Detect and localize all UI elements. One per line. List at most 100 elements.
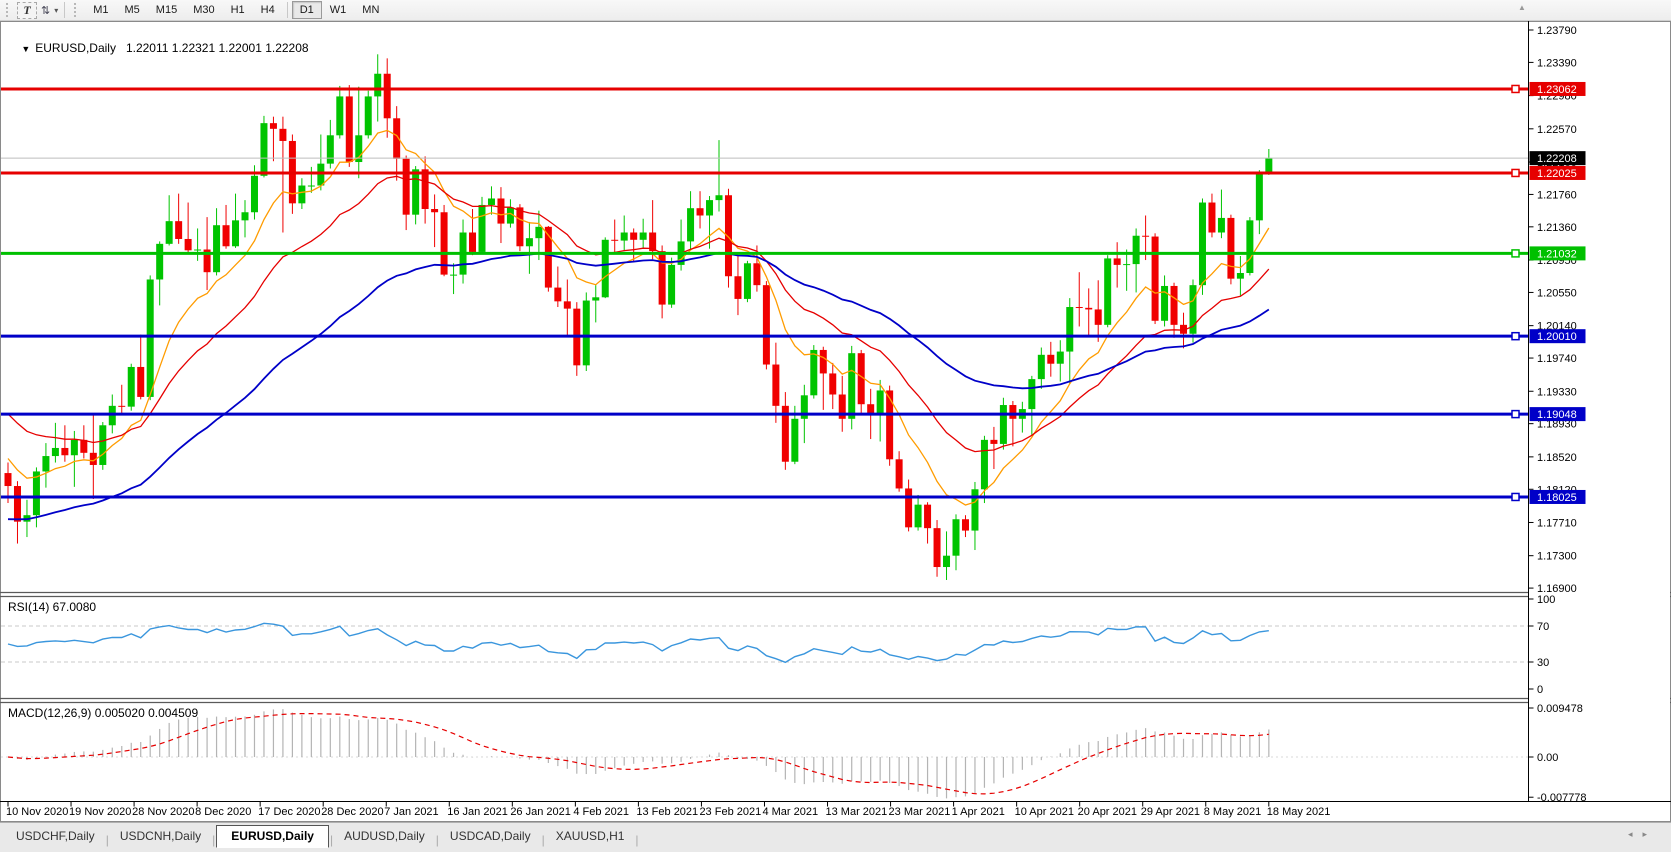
candle-body bbox=[564, 301, 571, 308]
candle-body bbox=[52, 448, 59, 456]
chart-ohlc-values: 1.22011 1.22321 1.22001 1.22208 bbox=[126, 41, 309, 55]
candle-body bbox=[725, 195, 732, 276]
time-axis-tick-label: 1 Apr 2021 bbox=[952, 806, 1005, 818]
candle-body bbox=[1152, 237, 1159, 321]
collapse-triangle-icon[interactable]: ▼ bbox=[21, 44, 30, 54]
candle-body bbox=[1057, 352, 1064, 364]
time-axis-tick-label: 10 Nov 2020 bbox=[6, 806, 68, 818]
hline-handle[interactable] bbox=[1512, 411, 1519, 418]
candle-body bbox=[166, 221, 173, 244]
candle-body bbox=[1199, 203, 1206, 286]
timeframe-button-w1[interactable]: W1 bbox=[322, 1, 355, 19]
toolbar-grip[interactable] bbox=[6, 3, 12, 17]
candle-body bbox=[886, 390, 893, 459]
candle-body bbox=[554, 288, 561, 302]
candle-body bbox=[763, 285, 770, 364]
candle-body bbox=[1218, 218, 1225, 233]
tabs-scroll-right-icon[interactable]: ▸ bbox=[1642, 829, 1657, 839]
time-axis-tick-label: 10 Apr 2021 bbox=[1015, 806, 1074, 818]
symbol-tab-audusd[interactable]: AUDUSD,Daily bbox=[334, 826, 435, 847]
candle-body bbox=[431, 209, 438, 212]
price-axis-tick-label: 1.17300 bbox=[1537, 551, 1577, 563]
candle-body bbox=[953, 519, 960, 555]
chart-background bbox=[0, 21, 1671, 822]
time-axis-tick-label: 4 Feb 2021 bbox=[573, 806, 629, 818]
timeframe-button-mn[interactable]: MN bbox=[354, 1, 387, 19]
candle-body bbox=[1095, 309, 1102, 324]
candle-body bbox=[1028, 379, 1035, 409]
candle-body bbox=[317, 164, 324, 186]
tabs-scroll-left-icon[interactable]: ◂ bbox=[1628, 829, 1643, 839]
candle-body bbox=[194, 250, 201, 251]
symbol-tab-usdchf[interactable]: USDCHF,Daily bbox=[6, 826, 105, 847]
hline-handle[interactable] bbox=[1512, 333, 1519, 340]
candle-body bbox=[772, 365, 779, 406]
candle-body bbox=[1085, 308, 1092, 310]
price-axis-tick-label: 1.23790 bbox=[1537, 25, 1577, 37]
candle-body bbox=[829, 373, 836, 394]
current-price-badge: 1.22208 bbox=[1537, 153, 1577, 165]
candle-body bbox=[327, 135, 334, 163]
timeframe-button-h4[interactable]: H4 bbox=[253, 1, 283, 19]
toolbar-grip[interactable] bbox=[74, 3, 80, 17]
candle-body bbox=[422, 169, 429, 209]
candle-body bbox=[1009, 405, 1016, 419]
cycle-arrows-icon[interactable]: ⇅ bbox=[39, 4, 52, 17]
time-axis-tick-label: 13 Mar 2021 bbox=[826, 806, 888, 818]
candle-body bbox=[1142, 236, 1149, 237]
timeframe-button-m30[interactable]: M30 bbox=[185, 1, 222, 19]
candle-body bbox=[791, 419, 798, 462]
timeframe-button-m5[interactable]: M5 bbox=[117, 1, 148, 19]
candle-body bbox=[450, 275, 457, 276]
timeframe-button-h1[interactable]: H1 bbox=[223, 1, 253, 19]
symbol-tab-usdcad[interactable]: USDCAD,Daily bbox=[440, 826, 541, 847]
symbol-tab-xauusd[interactable]: XAUUSD,H1 bbox=[546, 826, 635, 847]
candle-body bbox=[867, 404, 874, 414]
candle-body bbox=[1123, 264, 1130, 265]
price-axis-tick-label: 1.19330 bbox=[1537, 386, 1577, 398]
candle-body bbox=[1066, 307, 1073, 352]
caret-down-icon[interactable]: ▾ bbox=[54, 6, 58, 15]
candle-body bbox=[621, 233, 628, 241]
price-axis-tick-label: 1.21360 bbox=[1537, 222, 1577, 234]
hline-handle[interactable] bbox=[1512, 493, 1519, 500]
candle-body bbox=[526, 238, 533, 246]
candle-body bbox=[687, 208, 694, 241]
candle-body bbox=[479, 205, 486, 252]
candle-body bbox=[1047, 355, 1054, 364]
time-axis-tick-label: 16 Jan 2021 bbox=[447, 806, 508, 818]
hline-handle[interactable] bbox=[1512, 85, 1519, 92]
text-tool-button[interactable]: T bbox=[17, 2, 37, 19]
candle-body bbox=[744, 263, 751, 299]
rsi-axis-tick-label: 30 bbox=[1537, 657, 1549, 669]
candle-body bbox=[346, 96, 353, 162]
candle-body bbox=[905, 488, 912, 527]
timeframe-button-m15[interactable]: M15 bbox=[148, 1, 185, 19]
chart-title: ▼EURUSD,Daily1.22011 1.22321 1.22001 1.2… bbox=[8, 27, 309, 69]
timeframe-button-m1[interactable]: M1 bbox=[85, 1, 116, 19]
candle-body bbox=[535, 227, 542, 238]
symbol-tab-eurusd[interactable]: EURUSD,Daily bbox=[216, 825, 329, 848]
timeframe-button-d1[interactable]: D1 bbox=[292, 1, 322, 19]
tab-separator: | bbox=[634, 833, 639, 847]
candle-body bbox=[260, 123, 267, 176]
price-chart[interactable]: 1.237901.233901.229801.225701.221601.217… bbox=[0, 21, 1671, 822]
scroll-up-icon[interactable]: ▲ bbox=[1518, 3, 1526, 12]
time-axis-tick-label: 20 Apr 2021 bbox=[1078, 806, 1137, 818]
hline-handle[interactable] bbox=[1512, 169, 1519, 176]
candle-body bbox=[1237, 273, 1244, 279]
candle-body bbox=[71, 440, 78, 455]
candle-body bbox=[962, 519, 969, 530]
candle-body bbox=[1246, 220, 1253, 273]
candle-body bbox=[469, 233, 476, 252]
candle-body bbox=[659, 251, 666, 304]
hline-handle[interactable] bbox=[1512, 250, 1519, 257]
candle-body bbox=[42, 456, 49, 471]
candle-body bbox=[668, 265, 675, 305]
candle-body bbox=[716, 195, 723, 200]
symbol-tab-usdcnh[interactable]: USDCNH,Daily bbox=[110, 826, 211, 847]
candle-body bbox=[336, 96, 343, 135]
time-axis-tick-label: 23 Feb 2021 bbox=[699, 806, 761, 818]
candle-body bbox=[981, 440, 988, 489]
chart-window[interactable]: 1.237901.233901.229801.225701.221601.217… bbox=[0, 21, 1671, 822]
